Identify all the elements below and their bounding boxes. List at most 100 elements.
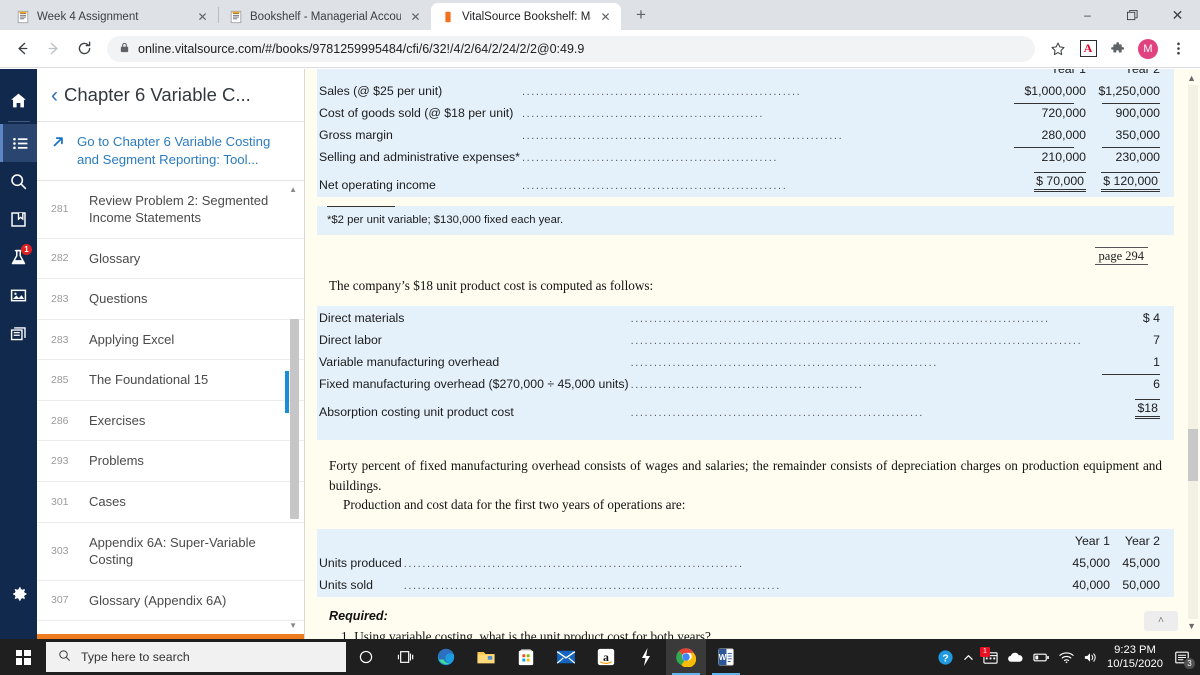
taskbar-search-placeholder: Type here to search: [81, 650, 190, 664]
book-content-pane[interactable]: ▲ ▼ Year 1 Year 2 Sales (@ $25 per unit)…: [305, 69, 1200, 639]
toc-item-label: Glossary: [89, 250, 141, 266]
puzzle-piece-icon[interactable]: [1104, 35, 1132, 63]
battery-icon[interactable]: [1033, 652, 1050, 663]
notes-icon[interactable]: [0, 314, 37, 352]
microsoft-word-icon[interactable]: W: [706, 639, 746, 675]
minimize-button[interactable]: –: [1065, 0, 1110, 30]
page-marker: page 294: [317, 247, 1148, 265]
browser-tab-strip: Week 4 Assignment ✕ Bookshelf - Manageri…: [0, 0, 1200, 30]
table-row: Units produced .........................…: [319, 553, 1172, 573]
question-circle-icon[interactable]: ?: [937, 649, 954, 666]
restore-button[interactable]: [1110, 0, 1155, 30]
notification-count: 3: [1184, 658, 1195, 669]
browser-tab-1-close-icon[interactable]: ✕: [195, 9, 210, 24]
gear-icon[interactable]: [0, 575, 37, 613]
browser-tab-2[interactable]: Bookshelf - Managerial Accounti ✕: [219, 3, 431, 30]
notification-icon[interactable]: 3: [1172, 647, 1195, 669]
browser-tab-3-close-icon[interactable]: ✕: [598, 9, 613, 24]
home-icon[interactable]: [0, 81, 37, 119]
bookmark-icon[interactable]: [0, 200, 37, 238]
system-tray: ? 1 9:23 PM 10/15/2020 3: [937, 643, 1200, 671]
cortana-icon[interactable]: [346, 639, 386, 675]
new-tab-button[interactable]: +: [627, 1, 655, 29]
browser-tab-1[interactable]: Week 4 Assignment ✕: [6, 3, 218, 30]
search-icon[interactable]: [0, 162, 37, 200]
toc-item-exercises[interactable]: 286 Exercises: [37, 401, 304, 442]
back-icon[interactable]: [8, 35, 36, 63]
toc-item-questions[interactable]: 283 Questions: [37, 279, 304, 320]
toc-item-page: 293: [51, 455, 69, 468]
taskbar-clock[interactable]: 9:23 PM 10/15/2020: [1107, 643, 1163, 671]
toc-item-page: 303: [51, 545, 69, 558]
google-chrome-icon[interactable]: [666, 639, 706, 675]
reload-icon[interactable]: [70, 35, 98, 63]
go-to-chapter-link[interactable]: Go to Chapter 6 Variable Costing and Seg…: [37, 122, 304, 181]
toc-item-problems[interactable]: 293 Problems: [37, 441, 304, 482]
file-explorer-icon[interactable]: [466, 639, 506, 675]
browser-tab-2-close-icon[interactable]: ✕: [408, 9, 423, 24]
wifi-icon[interactable]: [1059, 651, 1074, 664]
microsoft-edge-icon[interactable]: [426, 639, 466, 675]
toc-item-label: Appendix 6A: Exercises and Problems: [89, 632, 276, 634]
chevron-up-icon[interactable]: [963, 652, 974, 663]
row-label: Units produced: [319, 556, 402, 571]
row-year1-value: $1,000,000: [1024, 84, 1086, 98]
vitalsource-app: 1 ‹ Chapter 6 Variable C... Go to Chapte…: [0, 69, 1200, 639]
browser-tab-1-title: Week 4 Assignment: [37, 10, 139, 23]
toc-item-appendix-6a-exercises[interactable]: 307 Appendix 6A: Exercises and Problems: [37, 621, 304, 634]
calendar-icon[interactable]: 1: [980, 646, 998, 665]
toc-item-review-problem-2[interactable]: 281 Review Problem 2: Segmented Income S…: [37, 181, 304, 239]
table-row: Gross margin ...........................…: [319, 125, 1172, 145]
toc-item-appendix-6a-super-variable[interactable]: 303 Appendix 6A: Super-Variable Costing: [37, 523, 304, 581]
speaker-icon[interactable]: [1083, 651, 1098, 664]
row-label: Direct labor: [319, 332, 382, 347]
row-label: Fixed manufacturing overhead ($270,000 ÷…: [319, 376, 629, 391]
toc-item-label: Exercises: [89, 412, 146, 428]
task-view-icon[interactable]: [386, 639, 426, 675]
browser-tab-3[interactable]: VitalSource Bookshelf: Manageria ✕: [431, 3, 621, 30]
toc-item-cases[interactable]: 301 Cases: [37, 482, 304, 523]
toc-scrollbar-thumb[interactable]: [285, 318, 299, 519]
toc-item-list[interactable]: ▲ ▼ 281 Review Problem 2: Segmented Inco…: [37, 181, 304, 634]
toc-item-glossary-appendix-6a[interactable]: 307 Glossary (Appendix 6A): [37, 581, 304, 622]
taskbar-search-box[interactable]: Type here to search: [46, 642, 346, 672]
row-label: Variable manufacturing overhead: [319, 354, 500, 369]
amazon-icon[interactable]: a: [586, 639, 626, 675]
toc-item-glossary[interactable]: 282 Glossary: [37, 239, 304, 280]
profile-avatar[interactable]: M: [1134, 35, 1162, 63]
collapse-toolbar-button[interactable]: ^: [1144, 611, 1178, 631]
required-heading: Required:: [329, 609, 388, 624]
row-year2-value: 45,000: [1122, 556, 1160, 571]
table-row: Sales (@ $25 per unit) .................…: [319, 81, 1172, 101]
income-statement-table: Year 1 Year 2 Sales (@ $25 per unit) ...…: [317, 69, 1174, 197]
toc-item-foundational-15[interactable]: 285 The Foundational 15: [37, 360, 304, 401]
cloud-icon[interactable]: [1007, 651, 1024, 664]
toc-scroll-up-icon[interactable]: ▲: [289, 185, 297, 194]
lightning-app-icon[interactable]: [626, 639, 666, 675]
table-of-contents-icon[interactable]: [0, 124, 37, 162]
row-label: Selling and administrative expenses*: [319, 150, 520, 164]
figures-icon[interactable]: [0, 276, 37, 314]
chevron-left-icon[interactable]: ‹: [51, 85, 58, 106]
flask-icon[interactable]: 1: [0, 238, 37, 276]
windows-start-icon[interactable]: [0, 639, 46, 675]
mail-icon[interactable]: [546, 639, 586, 675]
toc-scrollbar[interactable]: [285, 229, 299, 618]
table-row: Direct labor ...........................…: [319, 330, 1172, 350]
table-row: Fixed manufacturing overhead ($270,000 ÷…: [319, 373, 1172, 394]
microsoft-store-icon[interactable]: [506, 639, 546, 675]
acrobat-extension-icon[interactable]: A: [1074, 35, 1102, 63]
toc-header: ‹ Chapter 6 Variable C...: [37, 69, 304, 122]
rail-divider: [7, 121, 30, 122]
toc-scroll-down-icon[interactable]: ▼: [289, 621, 297, 630]
close-button[interactable]: ✕: [1155, 0, 1200, 30]
row-label: Units sold: [319, 578, 373, 593]
production-cost-data-table: Year 1 Year 2 Units produced ...........…: [317, 529, 1174, 598]
toc-current-position-marker: [285, 370, 289, 413]
star-icon[interactable]: [1044, 35, 1072, 63]
address-bar[interactable]: online.vitalsource.com/#/books/978125999…: [107, 35, 1035, 62]
forward-icon[interactable]: [39, 35, 67, 63]
toc-item-applying-excel[interactable]: 283 Applying Excel: [37, 320, 304, 361]
kebab-menu-icon[interactable]: [1164, 35, 1192, 63]
row-year1-value: 45,000: [1072, 556, 1110, 571]
